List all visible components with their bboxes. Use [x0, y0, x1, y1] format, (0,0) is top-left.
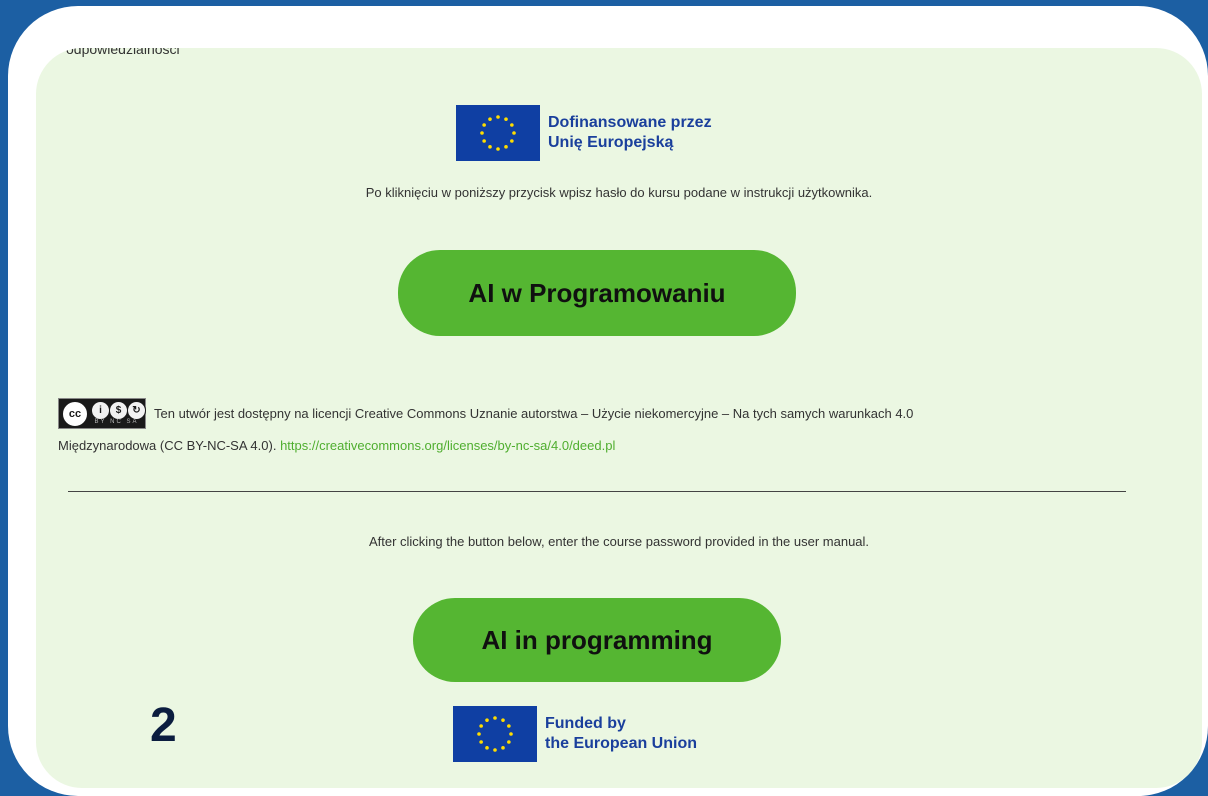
- eu-logo-line1: Dofinansowane przez: [548, 114, 712, 131]
- eu-star: [496, 115, 500, 119]
- eu-logo-line1: Funded by: [545, 715, 626, 732]
- intro-text-en: After clicking the button below, enter t…: [368, 534, 870, 549]
- eu-star: [504, 145, 508, 149]
- eu-star: [496, 147, 500, 151]
- eu-star: [501, 746, 505, 750]
- eu-logo-text: Funded by the European Union: [545, 714, 697, 754]
- eu-star: [482, 123, 486, 127]
- eu-star: [480, 131, 484, 135]
- license-text-line1: Ten utwór jest dostępny na licencji Crea…: [154, 406, 914, 421]
- eu-star: [510, 139, 514, 143]
- eu-star: [488, 145, 492, 149]
- eu-star: [485, 746, 489, 750]
- eu-cofunded-logo-pl: Dofinansowane przez Unię Europejską: [456, 105, 712, 161]
- license-text-line2-label: Międzynarodowa (CC BY-NC-SA 4.0).: [58, 438, 277, 453]
- eu-star: [485, 718, 489, 722]
- eu-star: [510, 123, 514, 127]
- cc-license-badge-icon[interactable]: cc i $ ↻ BY NC SA: [58, 398, 146, 429]
- intro-text-pl: Po kliknięciu w poniższy przycisk wpisz …: [365, 185, 873, 200]
- eu-star: [501, 718, 505, 722]
- section-divider: [68, 491, 1126, 492]
- course-button-en[interactable]: AI in programming: [413, 598, 781, 682]
- eu-star: [512, 131, 516, 135]
- eu-star: [509, 732, 513, 736]
- cc-badge-strip: BY NC SA: [90, 419, 143, 426]
- content-panel: odpowiedzialności Dofinansowane przez Un…: [36, 48, 1202, 788]
- eu-star: [493, 716, 497, 720]
- eu-star: [479, 740, 483, 744]
- course-button-pl[interactable]: AI w Programowaniu: [398, 250, 796, 336]
- eu-star: [477, 732, 481, 736]
- eu-star: [507, 724, 511, 728]
- page-number: 2: [150, 699, 177, 752]
- eu-star: [493, 748, 497, 752]
- eu-logo-line2: Unię Europejską: [548, 134, 674, 151]
- by-icon: i: [91, 401, 110, 420]
- eu-flag-icon: [453, 706, 537, 762]
- eu-flag-icon: [456, 105, 540, 161]
- eu-logo-line2: the European Union: [545, 735, 697, 752]
- eu-star: [504, 117, 508, 121]
- eu-logo-text: Dofinansowane przez Unię Europejską: [548, 113, 712, 153]
- license-link[interactable]: https://creativecommons.org/licenses/by-…: [280, 438, 615, 453]
- cut-off-text: odpowiedzialności: [66, 48, 180, 57]
- eu-funded-logo-en: Funded by the European Union: [453, 706, 697, 762]
- cc-icon: cc: [62, 401, 88, 427]
- license-text-line2: Międzynarodowa (CC BY-NC-SA 4.0). https:…: [58, 438, 615, 453]
- sa-icon: ↻: [127, 401, 146, 420]
- eu-star: [482, 139, 486, 143]
- eu-star: [507, 740, 511, 744]
- nc-icon: $: [109, 401, 128, 420]
- eu-star: [488, 117, 492, 121]
- eu-star: [479, 724, 483, 728]
